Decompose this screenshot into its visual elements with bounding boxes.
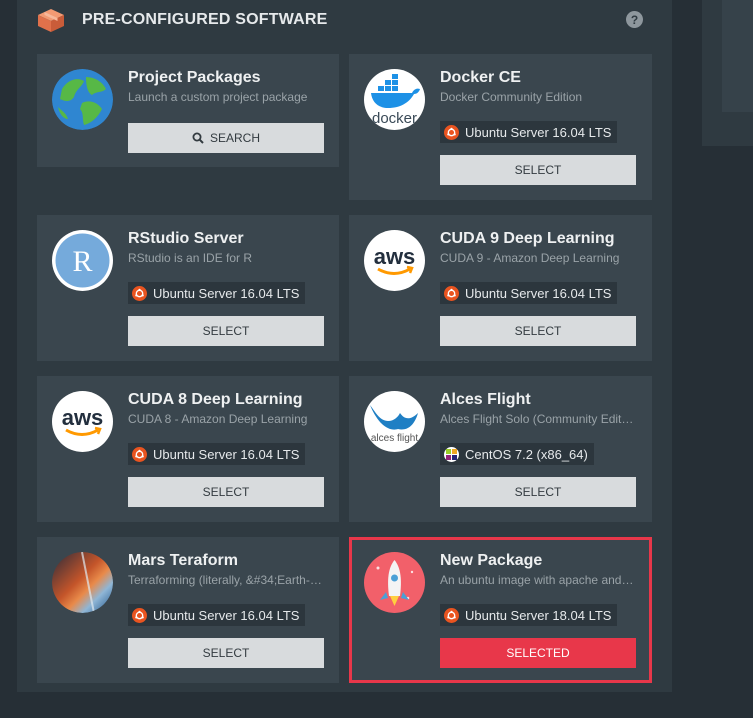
os-badge: Ubuntu Server 16.04 LTS <box>440 121 618 143</box>
os-badge: Ubuntu Server 16.04 LTS <box>128 282 306 304</box>
card-title: New Package <box>440 552 543 569</box>
svg-text:aws: aws <box>374 244 416 269</box>
mars-image <box>52 552 113 613</box>
ubuntu-icon <box>132 607 147 623</box>
select-button[interactable]: SELECT <box>128 316 324 346</box>
card-description: Terraforming (literally, &#34;Earth-like… <box>128 573 324 587</box>
card-description: CUDA 9 - Amazon Deep Learning <box>440 251 620 265</box>
card-docker-ce: docker Docker CE Docker Community Editio… <box>349 54 652 200</box>
card-title: CUDA 9 Deep Learning <box>440 230 615 247</box>
aws-logo: aws <box>364 230 425 291</box>
docker-logo: docker <box>364 69 425 130</box>
rocket-icon <box>364 552 425 613</box>
card-title: RStudio Server <box>128 230 244 247</box>
svg-text:docker: docker <box>372 110 417 127</box>
os-label: Ubuntu Server 16.04 LTS <box>465 124 612 140</box>
globe-icon <box>52 69 113 130</box>
os-label: Ubuntu Server 16.04 LTS <box>153 285 300 301</box>
ubuntu-icon <box>444 124 459 140</box>
card-new-package: New Package An ubuntu image with apache … <box>349 537 652 683</box>
package-box-icon <box>36 6 66 34</box>
svg-text:R: R <box>72 245 92 278</box>
card-cuda8-deep-learning: aws CUDA 8 Deep Learning CUDA 8 - Amazon… <box>37 376 339 522</box>
search-button-label: SEARCH <box>209 131 260 145</box>
r-logo: R <box>52 230 113 291</box>
card-description: Alces Flight Solo (Community Edition) <box>440 412 636 426</box>
search-icon <box>192 132 204 144</box>
ubuntu-icon <box>132 446 147 462</box>
os-label: Ubuntu Server 16.04 LTS <box>465 285 612 301</box>
card-description: Docker Community Edition <box>440 90 583 104</box>
card-title: Alces Flight <box>440 391 531 408</box>
os-label: Ubuntu Server 16.04 LTS <box>153 607 300 623</box>
card-title: Mars Teraform <box>128 552 238 569</box>
card-description: Launch a custom project package <box>128 90 308 104</box>
ubuntu-icon <box>132 285 147 301</box>
card-description: CUDA 8 - Amazon Deep Learning <box>128 412 308 426</box>
card-title: Project Packages <box>128 69 261 86</box>
card-title: Docker CE <box>440 69 521 86</box>
card-description: RStudio is an IDE for R <box>128 251 253 265</box>
select-button[interactable]: SELECT <box>440 477 636 507</box>
card-mars-teraform: Mars Teraform Terraforming (literally, &… <box>37 537 339 683</box>
ubuntu-icon <box>444 285 459 301</box>
aws-logo: aws <box>52 391 113 452</box>
card-title: CUDA 8 Deep Learning <box>128 391 303 408</box>
os-label: Ubuntu Server 18.04 LTS <box>465 607 612 623</box>
card-cuda9-deep-learning: aws CUDA 9 Deep Learning CUDA 9 - Amazon… <box>349 215 652 361</box>
select-button[interactable]: SELECT <box>128 638 324 668</box>
os-label: CentOS 7.2 (x86_64) <box>465 446 588 462</box>
select-button[interactable]: SELECT <box>440 155 636 185</box>
card-description: An ubuntu image with apache and mysql <box>440 573 636 587</box>
section-title: PRE-CONFIGURED SOFTWARE <box>82 11 328 28</box>
alces-flight-logo: alces flight <box>364 391 425 452</box>
search-button[interactable]: SEARCH <box>128 123 324 153</box>
select-button[interactable]: SELECT <box>440 316 636 346</box>
help-icon[interactable]: ? <box>626 11 643 28</box>
svg-text:aws: aws <box>62 405 104 430</box>
os-badge: Ubuntu Server 16.04 LTS <box>440 282 618 304</box>
side-panel-inner <box>722 0 753 112</box>
ubuntu-icon <box>444 607 459 623</box>
os-badge: CentOS 7.2 (x86_64) <box>440 443 594 465</box>
os-label: Ubuntu Server 16.04 LTS <box>153 446 300 462</box>
select-button[interactable]: SELECT <box>128 477 324 507</box>
svg-text:alces flight: alces flight <box>371 433 418 444</box>
card-alces-flight: alces flight Alces Flight Alces Flight S… <box>349 376 652 522</box>
card-rstudio-server: R RStudio Server RStudio is an IDE for R… <box>37 215 339 361</box>
selected-button[interactable]: SELECTED <box>440 638 636 668</box>
os-badge: Ubuntu Server 16.04 LTS <box>128 604 306 626</box>
os-badge: Ubuntu Server 16.04 LTS <box>128 443 306 465</box>
card-project-packages: Project Packages Launch a custom project… <box>37 54 339 167</box>
section-header: PRE-CONFIGURED SOFTWARE <box>36 6 646 34</box>
os-badge: Ubuntu Server 18.04 LTS <box>440 604 618 626</box>
centos-icon <box>444 446 459 462</box>
